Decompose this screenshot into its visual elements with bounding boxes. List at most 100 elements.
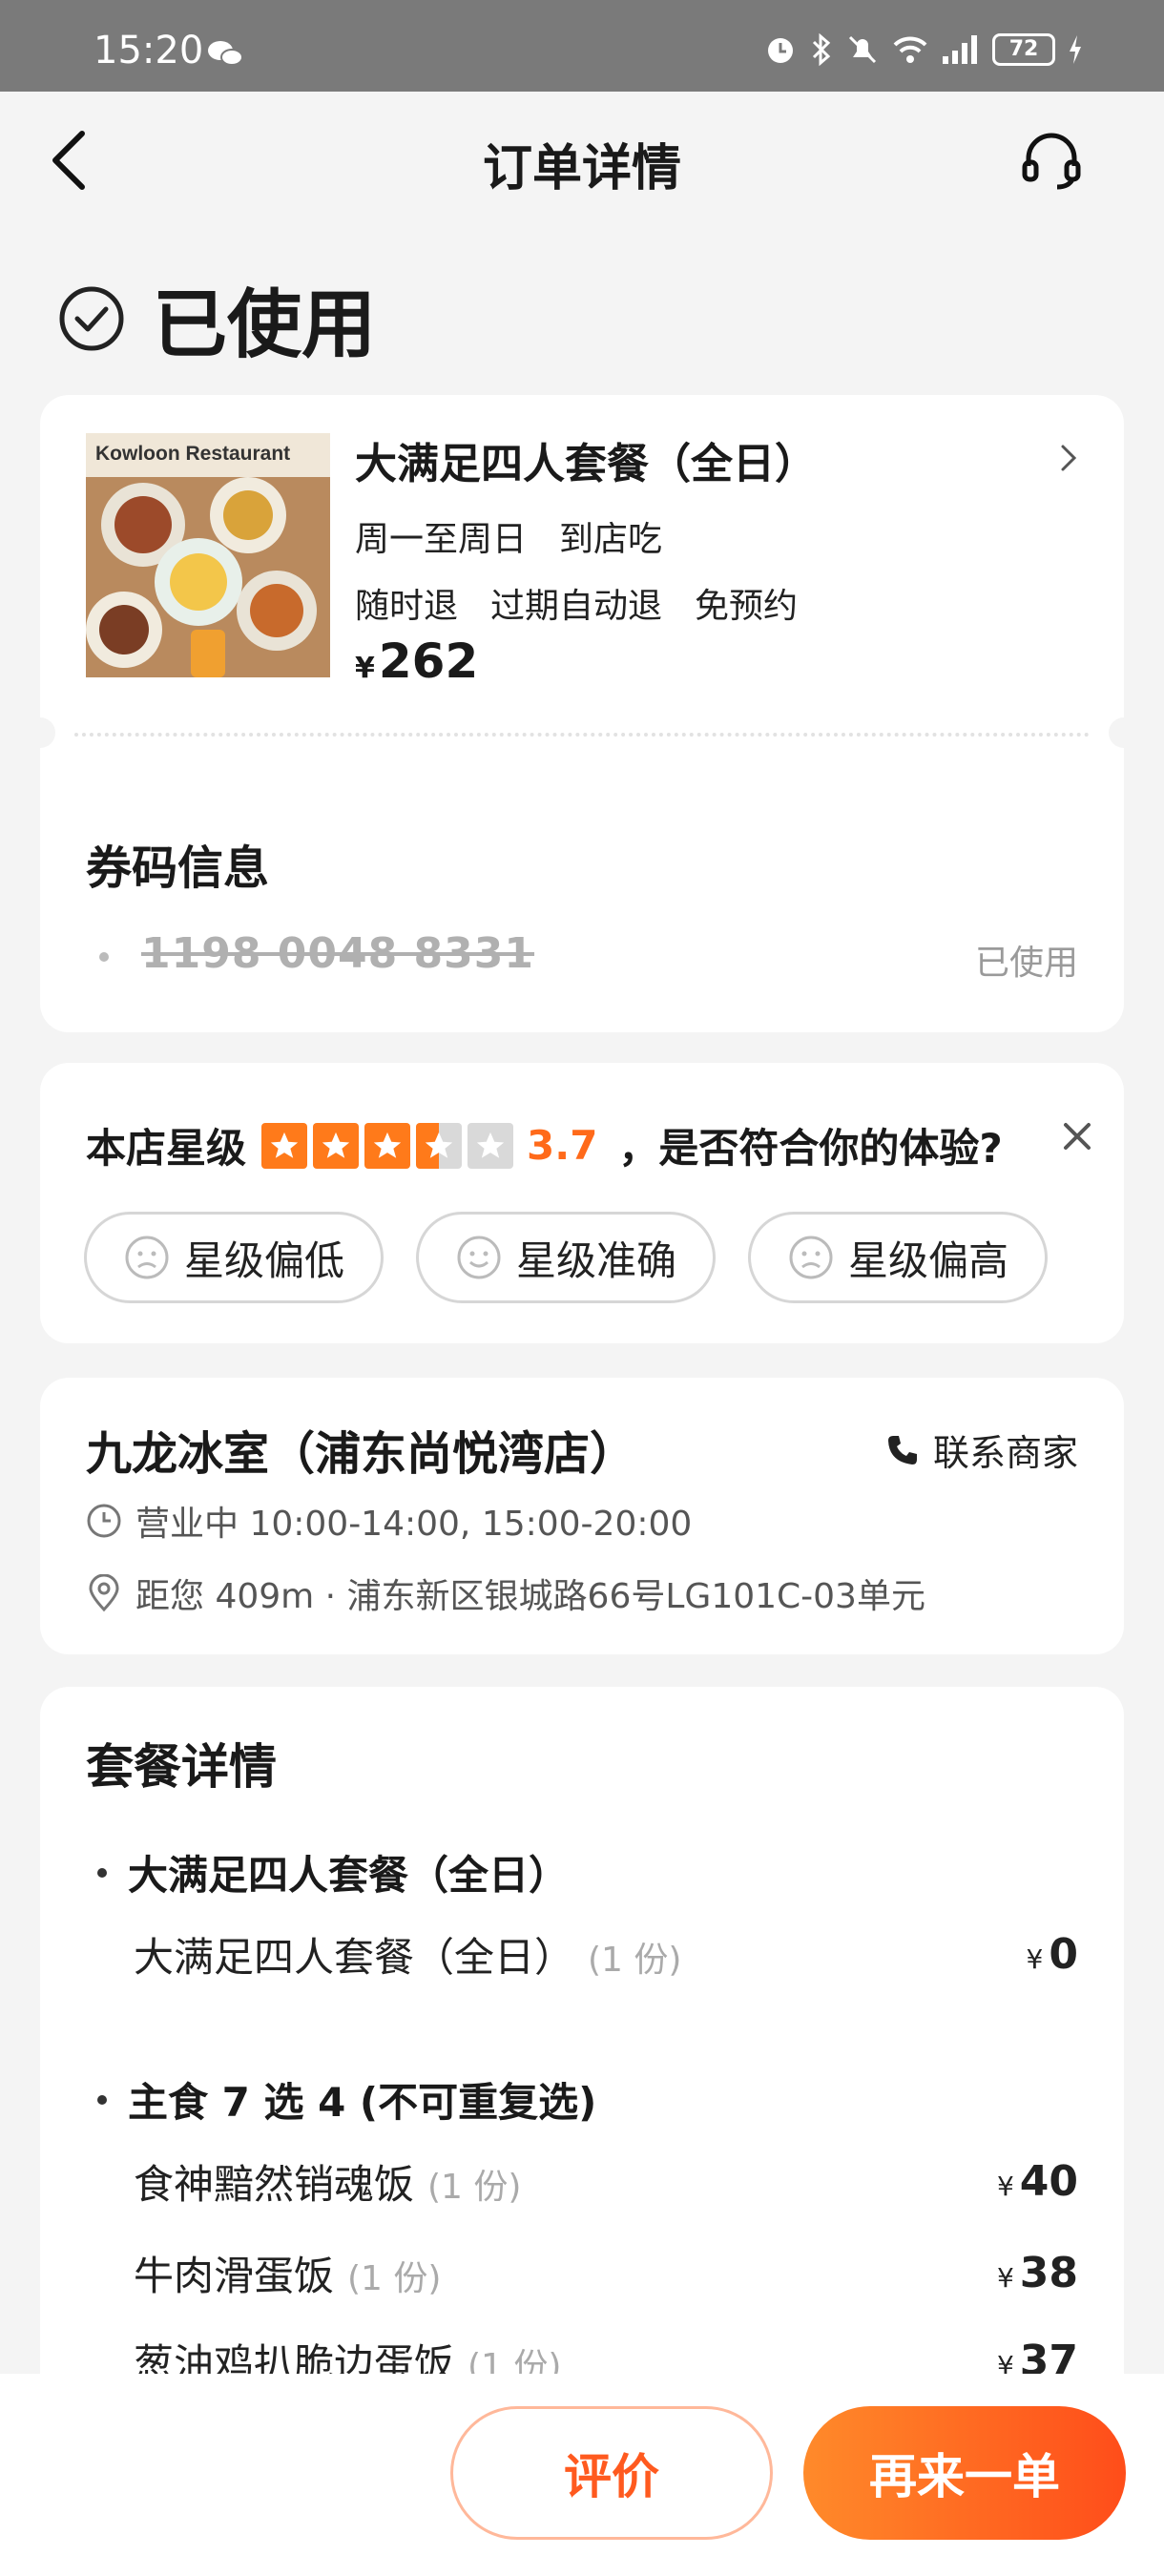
- chevron-right-icon[interactable]: [1059, 443, 1078, 473]
- smile-face-icon: [457, 1236, 501, 1279]
- reorder-button[interactable]: 再来一单: [803, 2406, 1126, 2540]
- coupon-section-title: 券码信息: [86, 841, 270, 895]
- hours-text: 营业中 10:00-14:00, 15:00-20:00: [135, 1505, 693, 1544]
- signal-icon: [943, 35, 977, 64]
- system-icons: 72: [763, 32, 1084, 67]
- item-price: ¥0: [1027, 1930, 1078, 1979]
- star-icon: [261, 1122, 308, 1169]
- item-qty: (1 份): [347, 2258, 442, 2298]
- item-price: ¥38: [997, 2249, 1078, 2297]
- deal-tag: 随时退: [355, 587, 459, 626]
- currency-symbol: ¥: [996, 2261, 1014, 2294]
- bullet-dot: [99, 952, 109, 962]
- empty-star-icon: [468, 1122, 514, 1169]
- deal-card: Kowloon Restaurant 大满足四人套餐（全日） 周一至周日 到店吃 …: [25, 395, 1139, 1032]
- rating-label: 本店星级: [86, 1125, 247, 1172]
- rate-accurate-button[interactable]: 星级准确: [416, 1212, 716, 1303]
- deal-tags-2: 随时退 过期自动退 免预约: [355, 578, 798, 628]
- currency-symbol: ¥: [355, 652, 375, 685]
- contact-merchant-button[interactable]: 联系商家: [885, 1423, 1078, 1476]
- mute-icon: [848, 35, 877, 64]
- bullet-dot: [97, 1867, 107, 1878]
- bluetooth-icon: [812, 32, 831, 67]
- battery-indicator: 72: [992, 33, 1055, 66]
- deal-tags-1: 周一至周日 到店吃: [355, 511, 662, 561]
- package-item: 食神黯然销魂饭 (1 份) ¥40: [134, 2152, 1078, 2210]
- item-name: 大满足四人套餐（全日）: [134, 1933, 575, 1981]
- food-photo-image: [86, 477, 330, 677]
- deal-tag: 过期自动退: [490, 587, 663, 626]
- deal-tag: 免预约: [695, 587, 799, 626]
- rating-value: 3.7: [527, 1122, 598, 1169]
- nav-bar: 订单详情: [0, 92, 1164, 225]
- rate-accurate-label: 星级准确: [515, 1236, 676, 1284]
- close-icon[interactable]: [1061, 1120, 1093, 1153]
- deal-thumbnail[interactable]: Kowloon Restaurant: [86, 433, 330, 677]
- item-name: 牛肉滑蛋饭: [134, 2252, 335, 2299]
- store-address[interactable]: 距您 409m · 浦东新区银城路66号LG101C-03单元: [86, 1568, 925, 1618]
- wechat-icon: [208, 41, 243, 66]
- sad-face-icon: [125, 1236, 169, 1279]
- bullet-dot: [97, 2094, 107, 2105]
- thumbnail-brand: Kowloon Restaurant: [86, 433, 330, 477]
- group-name: 大满足四人套餐（全日）: [128, 1852, 570, 1899]
- address-text: 距您 409m · 浦东新区银城路66号LG101C-03单元: [135, 1577, 925, 1616]
- store-card: 九龙冰室（浦东尚悦湾店） 联系商家 营业中 10:00-14:00, 15:00…: [40, 1378, 1124, 1654]
- price-value: 262: [378, 634, 479, 689]
- ticket-notch-right: [1109, 717, 1139, 748]
- price-value: 40: [1019, 2156, 1078, 2206]
- deal-tag: 周一至周日: [355, 520, 528, 559]
- order-status: 已使用: [57, 265, 376, 372]
- status-bar: 15:20 72: [0, 0, 1164, 92]
- item-price: ¥40: [997, 2157, 1078, 2206]
- price-value: 38: [1019, 2248, 1078, 2297]
- rate-high-label: 星级偏高: [847, 1236, 1008, 1284]
- page-title: 订单详情: [482, 140, 681, 197]
- store-name[interactable]: 九龙冰室（浦东尚悦湾店）: [86, 1416, 635, 1483]
- phone-icon: [887, 1435, 917, 1465]
- ticket-notch-left: [25, 717, 55, 748]
- package-group: 主食 7 选 4 (不可重复选): [97, 2070, 596, 2129]
- wifi-icon: [893, 36, 927, 63]
- status-time: 15:20: [94, 29, 204, 73]
- item-qty: (1 份): [588, 1940, 682, 1980]
- rating-question: ，是否符合你的体验?: [618, 1125, 1003, 1172]
- currency-symbol: ¥: [1026, 1942, 1044, 1975]
- deal-name[interactable]: 大满足四人套餐（全日）: [355, 429, 817, 490]
- item-qty: (1 份): [427, 2167, 522, 2207]
- order-status-label: 已使用: [153, 282, 377, 368]
- review-button[interactable]: 评价: [450, 2406, 773, 2540]
- alarm-icon: [768, 38, 793, 63]
- half-star-icon: [416, 1122, 463, 1169]
- package-item: 大满足四人套餐（全日） (1 份) ¥0: [134, 1925, 1078, 1983]
- coupon-code: 1198 0048 8331: [141, 929, 535, 978]
- group-name: 主食 7 选 4 (不可重复选): [128, 2079, 597, 2126]
- rate-low-button[interactable]: 星级偏低: [84, 1212, 384, 1303]
- store-hours: 营业中 10:00-14:00, 15:00-20:00: [86, 1496, 692, 1546]
- package-title: 套餐详情: [86, 1739, 277, 1795]
- rating-row: 本店星级 3.7 ，是否符合你的体验?: [86, 1116, 1003, 1174]
- deal-tag: 到店吃: [559, 520, 663, 559]
- coupon-status: 已使用: [974, 944, 1078, 983]
- star-rating: [261, 1122, 514, 1169]
- location-pin-icon: [89, 1574, 119, 1612]
- ticket-divider: [74, 733, 1090, 737]
- customer-service-icon[interactable]: [1019, 128, 1084, 193]
- package-group: 大满足四人套餐（全日）: [97, 1843, 569, 1901]
- package-item: 牛肉滑蛋饭 (1 份) ¥38: [134, 2244, 1078, 2301]
- star-icon: [313, 1122, 360, 1169]
- clock-icon: [87, 1504, 121, 1538]
- sad-face-icon: [789, 1236, 833, 1279]
- item-name: 食神黯然销魂饭: [134, 2160, 415, 2208]
- rate-high-button[interactable]: 星级偏高: [748, 1212, 1048, 1303]
- contact-label: 联系商家: [932, 1432, 1078, 1474]
- star-icon: [364, 1122, 411, 1169]
- check-circle-icon: [59, 286, 124, 351]
- price-value: 0: [1049, 1929, 1078, 1979]
- charging-icon: [1070, 35, 1081, 64]
- bottom-action-bar: 评价 再来一单: [0, 2374, 1164, 2576]
- rate-low-label: 星级偏低: [183, 1236, 344, 1284]
- deal-price: ¥262: [355, 634, 478, 689]
- currency-symbol: ¥: [996, 2170, 1014, 2202]
- rating-card: 本店星级 3.7 ，是否符合你的体验? 星级偏低 星级准确 星级偏高: [40, 1063, 1124, 1343]
